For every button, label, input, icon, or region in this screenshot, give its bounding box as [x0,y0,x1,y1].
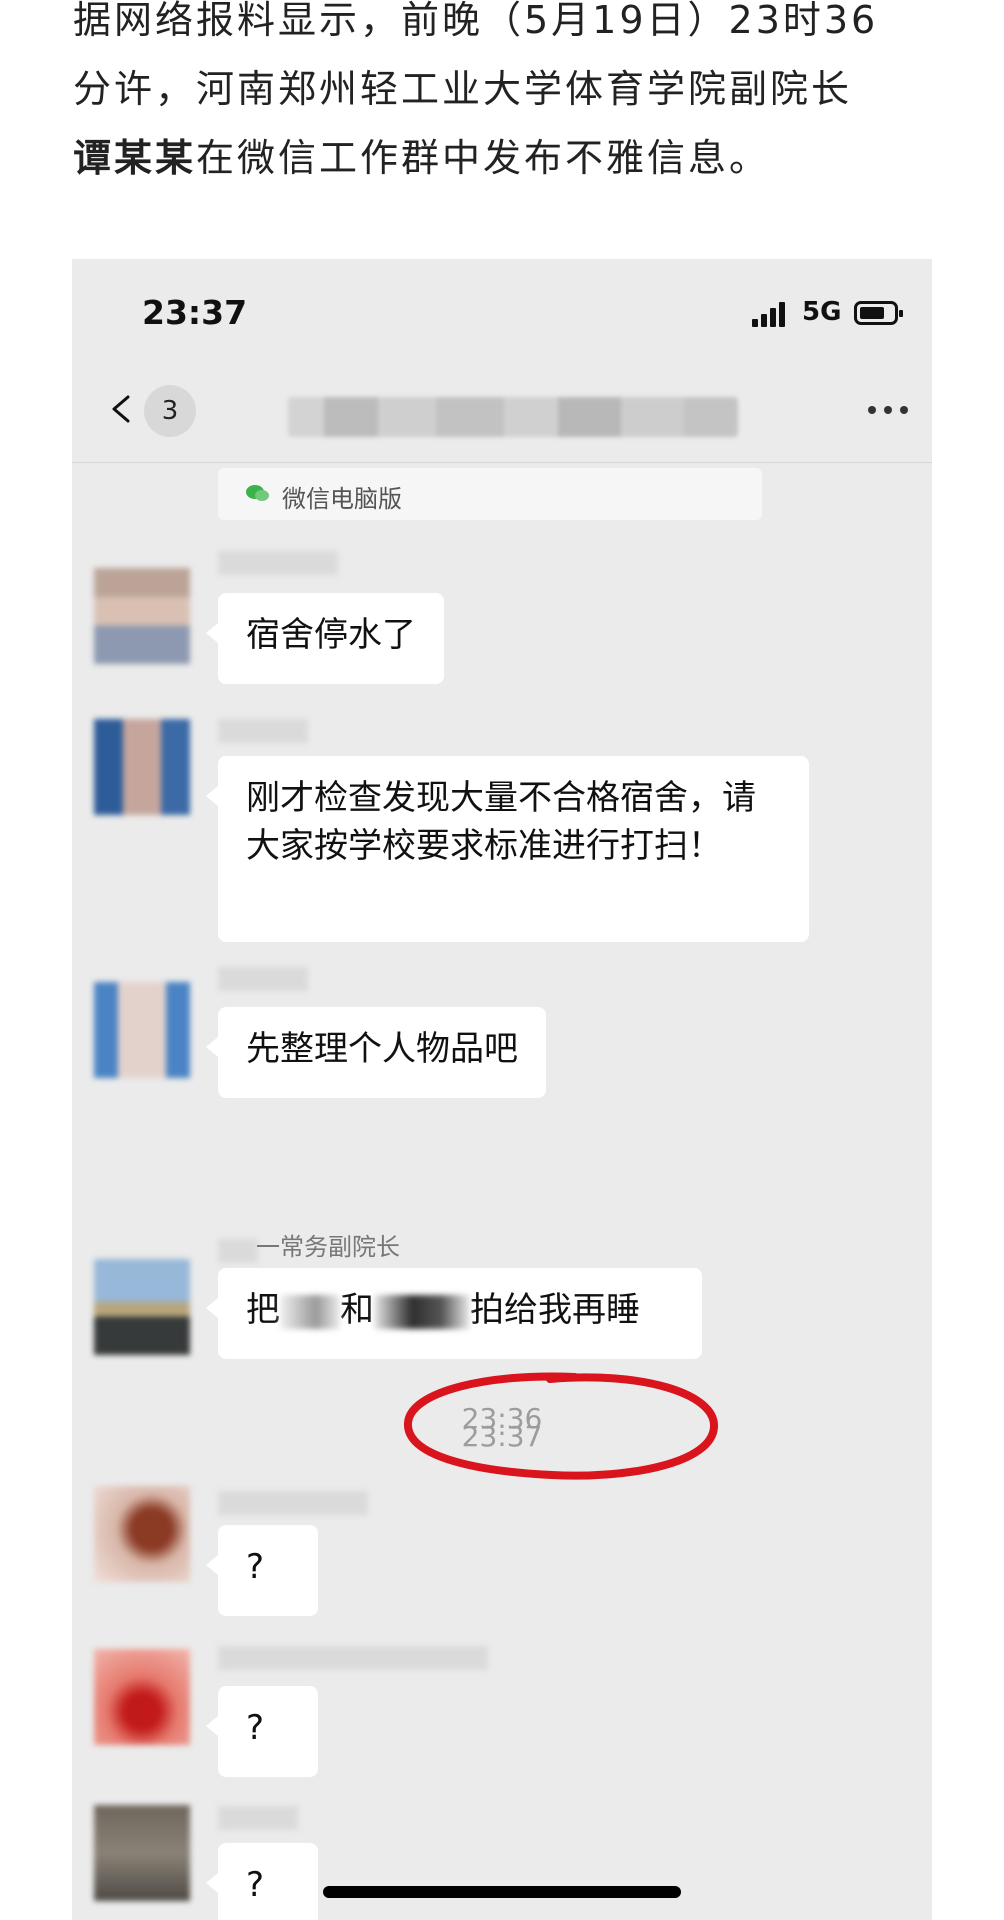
avatar[interactable] [94,1259,190,1355]
back-chevron-icon[interactable] [108,395,136,423]
client-tag-label: 微信电脑版 [282,485,402,513]
message-bubble[interactable]: ? [206,1525,318,1616]
article-line-1: 据网络报料显示，前晚（5月19日）23时36 [73,0,879,42]
message-bubble[interactable]: ? [206,1843,318,1920]
sender-name-redacted [218,1806,298,1830]
avatar[interactable] [94,1649,190,1745]
timestamp: 23:37 [461,1420,543,1453]
sender-name-redacted [218,1239,258,1263]
message-bubble[interactable]: 先整理个人物品吧 [206,1007,546,1098]
status-time: 23:37 [142,293,248,332]
avatar[interactable] [94,1805,190,1901]
article-line-3: 谭某某在微信工作群中发布不雅信息。 [73,124,953,193]
wechat-icon [246,485,269,501]
message-text: ? [246,1865,265,1905]
message-bubble[interactable]: ? [206,1686,318,1777]
chat-title-redacted [288,397,738,437]
avatar[interactable] [94,1486,190,1582]
sender-name-redacted [218,1646,488,1670]
avatar[interactable] [94,719,190,815]
article-paragraph: 据网络报料显示，前晚（5月19日）23时36 分许，河南郑州轻工业大学体育学院副… [73,0,953,193]
sender-name-redacted [218,967,308,991]
article-bold-name: 谭某某 [73,136,197,180]
home-indicator[interactable] [323,1886,681,1898]
message-text: 先整理个人物品吧 [246,1029,518,1069]
message-text: ? [246,1547,265,1587]
sender-name-redacted [218,719,308,743]
message-text: 宿舍停水了 [246,615,416,655]
article-line-3-rest: 在微信工作群中发布不雅信息。 [196,136,771,180]
message-text-part-1: 把 [246,1290,280,1330]
wechat-pc-tag: 微信电脑版 [218,468,762,520]
chat-screenshot: 23:37 5G 3 微信电脑版 宿舍停水了 刚才检查发现大量不合格宿舍，请大家… [72,259,932,1920]
more-options-icon[interactable] [868,406,910,416]
message-text-part-3: 拍给我再睡 [470,1290,640,1330]
message-bubble[interactable]: 刚才检查发现大量不合格宿舍，请大家按学校要求标准进行打扫！ [206,756,809,942]
redacted-word [280,1294,340,1329]
redacted-word [374,1294,470,1329]
unread-count-badge[interactable]: 3 [144,385,196,437]
sender-name: 一常务副院长 [256,1233,400,1261]
article-line-2: 分许，河南郑州轻工业大学体育学院副院长 [73,67,853,111]
status-bar: 23:37 5G [72,259,932,359]
avatar[interactable] [94,568,190,664]
message-bubble[interactable]: 把 和 拍给我再睡 [206,1268,702,1359]
signal-icon [752,301,792,327]
message-text: 刚才检查发现大量不合格宿舍，请大家按学校要求标准进行打扫！ [246,778,756,866]
battery-icon [854,301,903,325]
chat-nav-bar: 3 [72,359,932,463]
avatar[interactable] [94,982,190,1078]
network-type: 5G [802,297,842,327]
message-text-part-2: 和 [340,1290,374,1330]
sender-name-redacted [218,551,338,575]
sender-name-redacted [218,1491,368,1515]
message-text: ? [246,1708,265,1748]
message-bubble[interactable]: 宿舍停水了 [206,593,444,684]
